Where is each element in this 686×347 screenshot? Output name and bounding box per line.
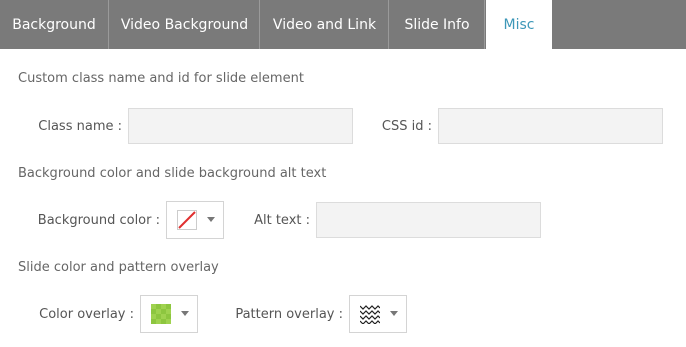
green-swatch-icon xyxy=(151,304,171,324)
class-name-input[interactable] xyxy=(128,108,353,144)
chevron-down-icon xyxy=(181,311,189,316)
chevron-down-icon xyxy=(390,311,398,316)
tab-video-and-link[interactable]: Video and Link xyxy=(261,0,389,49)
pattern-overlay-picker[interactable] xyxy=(349,295,407,333)
chevron-down-icon xyxy=(207,217,215,222)
background-color-label: Background color : xyxy=(37,213,160,228)
color-overlay-picker[interactable] xyxy=(140,295,198,333)
tab-video-background[interactable]: Video Background xyxy=(110,0,260,49)
section-title-overlay: Slide color and pattern overlay xyxy=(18,260,219,275)
alt-text-label: Alt text : xyxy=(254,213,310,228)
css-id-input[interactable] xyxy=(438,108,663,144)
section-title-background: Background color and slide background al… xyxy=(18,166,327,181)
background-color-picker[interactable] xyxy=(166,201,224,239)
no-color-icon xyxy=(177,210,197,230)
color-overlay-label: Color overlay : xyxy=(39,307,134,322)
tab-bar: Background Video Background Video and Li… xyxy=(0,0,686,49)
pattern-overlay-label: Pattern overlay : xyxy=(235,307,343,322)
css-id-label: CSS id : xyxy=(381,119,432,134)
tab-misc[interactable]: Misc xyxy=(486,0,552,49)
zigzag-pattern-icon xyxy=(359,304,381,325)
tab-background[interactable]: Background xyxy=(0,0,109,49)
tab-slide-info[interactable]: Slide Info xyxy=(390,0,485,49)
section-title-custom-class: Custom class name and id for slide eleme… xyxy=(18,71,304,86)
class-name-label: Class name : xyxy=(38,119,122,134)
alt-text-input[interactable] xyxy=(316,202,541,238)
